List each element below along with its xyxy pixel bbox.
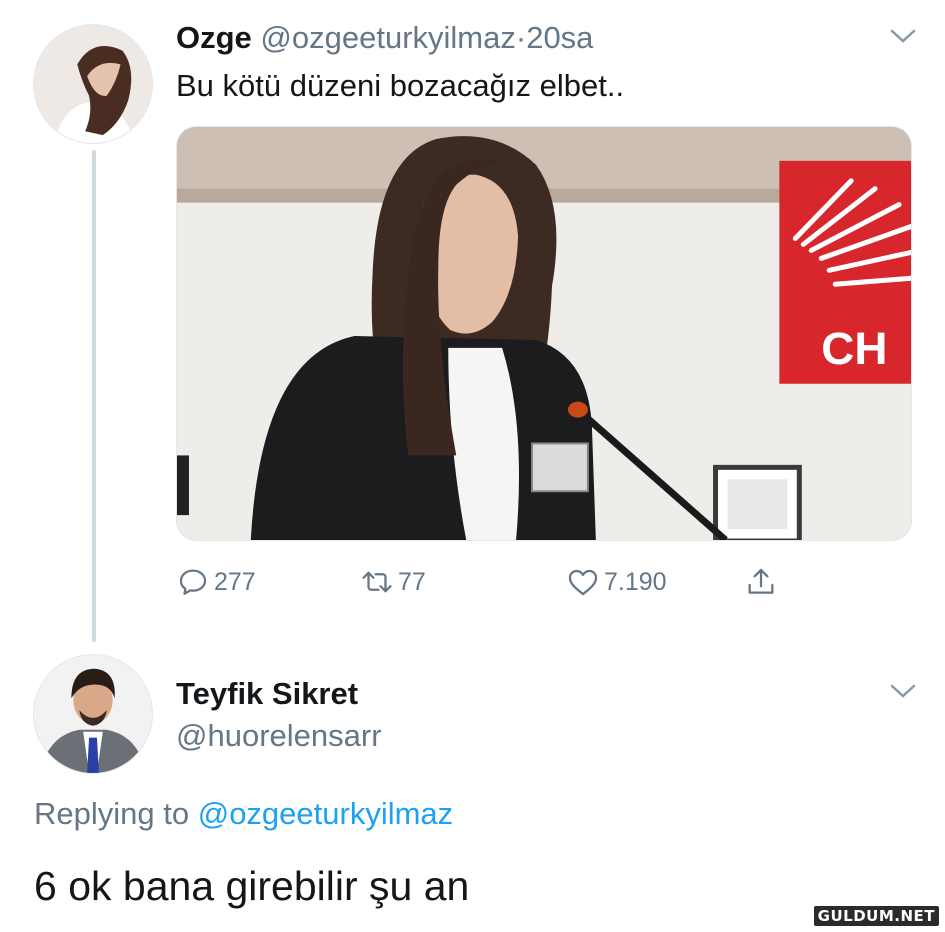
party-sign-text: CH <box>821 323 887 374</box>
reply-author-handle[interactable]: @huorelensarr <box>176 716 382 756</box>
like-count: 7.190 <box>604 567 667 596</box>
replying-to-link[interactable]: @ozgeeturkyilmaz <box>198 796 453 831</box>
reply-icon <box>179 569 207 595</box>
avatar-ozge[interactable] <box>33 24 153 144</box>
tweet-media-photo[interactable]: CH <box>176 126 912 541</box>
avatar-ozge-image <box>34 25 152 143</box>
replying-to: Replying to @ozgeeturkyilmaz <box>34 794 453 834</box>
reply-count: 277 <box>214 567 256 596</box>
retweet-icon <box>362 571 392 593</box>
share-button[interactable] <box>744 560 782 604</box>
like-button[interactable]: 7.190 <box>566 560 667 604</box>
replying-prefix: Replying to <box>34 796 190 831</box>
author-handle[interactable]: @ozgeeturkyilmaz <box>260 20 515 55</box>
author-name[interactable]: Ozge <box>176 20 252 55</box>
like-icon <box>568 569 598 596</box>
reply-author-name[interactable]: Teyfik Sikret <box>176 674 358 714</box>
retweet-count: 77 <box>398 567 426 596</box>
avatar-teyfik[interactable] <box>33 654 153 774</box>
watermark-logo: GULDUM.NET <box>813 906 939 926</box>
avatar-teyfik-image <box>34 655 152 773</box>
tweet-time[interactable]: 20sa <box>526 20 593 55</box>
share-icon <box>748 568 774 594</box>
tweet-photo: CH <box>177 127 911 540</box>
reply-button[interactable]: 277 <box>176 560 256 604</box>
tweet-header: Ozge @ozgeeturkyilmaz·20sa <box>176 18 593 58</box>
header-separator: · <box>515 20 527 55</box>
chevron-down-icon[interactable] <box>889 26 917 46</box>
chevron-down-icon[interactable] <box>889 681 917 701</box>
tweet-text: Bu kötü düzeni bozacağız elbet.. <box>176 68 625 103</box>
tweet-thread: Ozge @ozgeeturkyilmaz·20sa Bu kötü düzen… <box>0 0 945 932</box>
retweet-button[interactable]: 77 <box>360 560 426 604</box>
thread-line <box>92 150 96 642</box>
reply-text: 6 ok bana girebilir şu an <box>34 863 470 909</box>
tweet-action-bar: 277 77 7.190 <box>176 560 816 604</box>
